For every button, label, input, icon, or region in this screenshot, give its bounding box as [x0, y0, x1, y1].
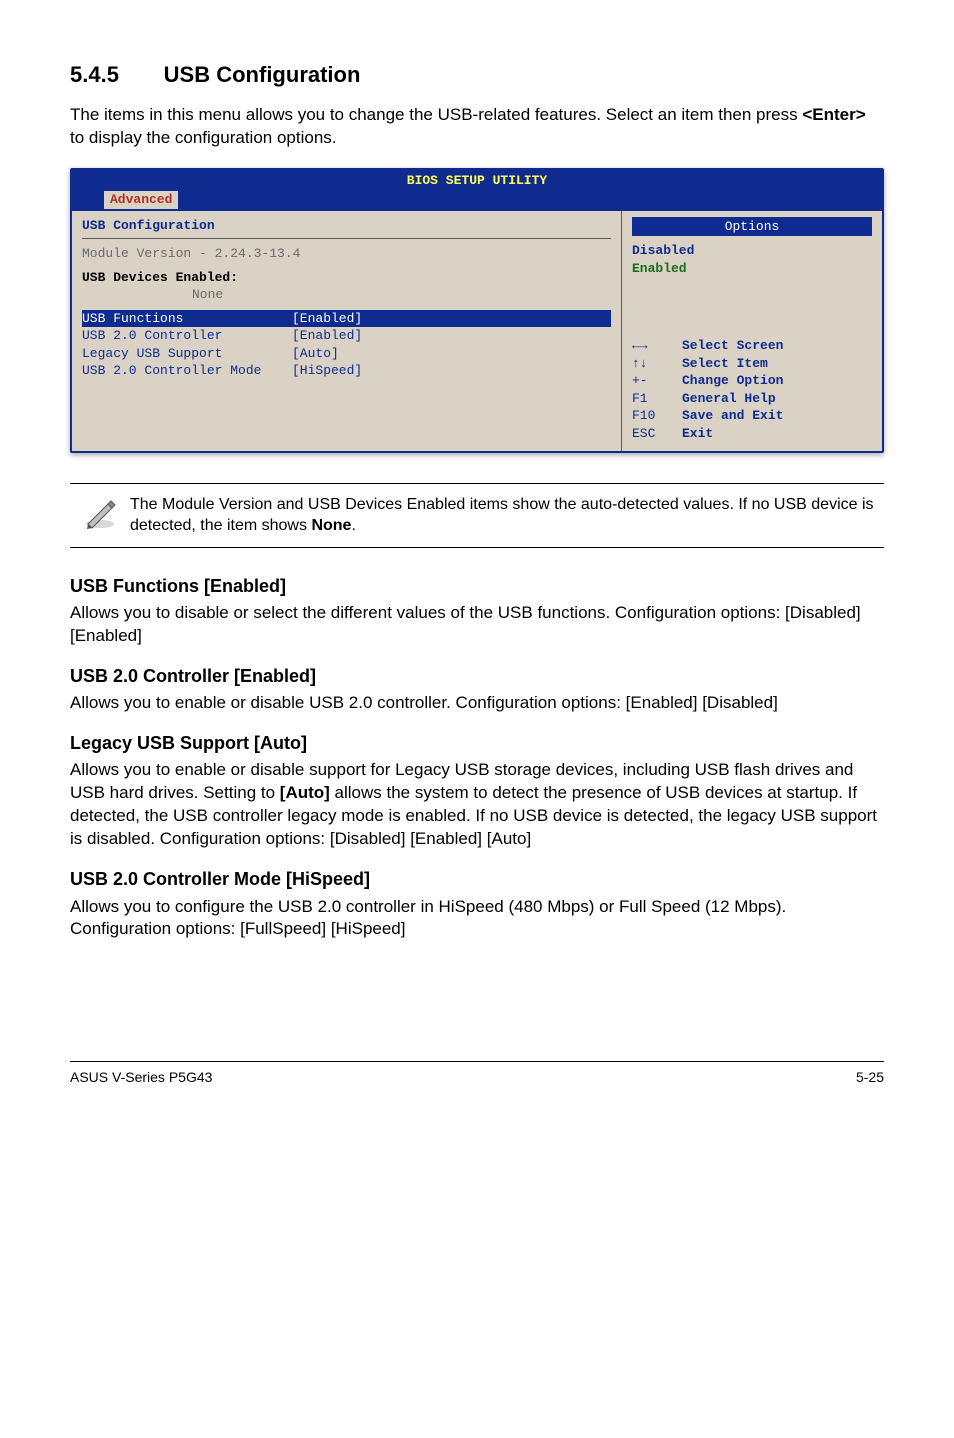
bios-tab-advanced[interactable]: Advanced: [104, 191, 178, 209]
intro-paragraph: The items in this menu allows you to cha…: [70, 104, 884, 150]
bios-row-label: USB 2.0 Controller Mode: [82, 362, 292, 380]
bios-body: USB Configuration Module Version - 2.24.…: [70, 209, 884, 453]
section-title: USB Configuration: [164, 60, 361, 90]
bios-module-version: Module Version - 2.24.3-13.4: [82, 245, 611, 263]
bios-row-usb20-controller[interactable]: USB 2.0 Controller [Enabled]: [82, 327, 611, 345]
note-text: The Module Version and USB Devices Enabl…: [130, 494, 884, 537]
help-key: F10: [632, 407, 682, 425]
legacy-bold: [Auto]: [280, 783, 330, 802]
bios-devices-value: None: [192, 287, 223, 302]
section-heading: 5.4.5 USB Configuration: [70, 60, 884, 90]
bios-option-enabled[interactable]: Enabled: [632, 260, 872, 278]
para-usb20-controller: Allows you to enable or disable USB 2.0 …: [70, 692, 884, 715]
help-desc: Select Screen: [682, 338, 783, 353]
help-desc: Change Option: [682, 373, 783, 388]
help-key: +-: [632, 372, 682, 390]
bios-options-list: Disabled Enabled: [622, 242, 882, 277]
page-footer: ASUS V-Series P5G43 5-25: [70, 1061, 884, 1087]
help-desc: Save and Exit: [682, 408, 783, 423]
para-usb-functions: Allows you to disable or select the diff…: [70, 602, 884, 648]
bios-row-legacy-usb[interactable]: Legacy USB Support [Auto]: [82, 345, 611, 363]
bios-row-label: USB 2.0 Controller: [82, 327, 292, 345]
pencil-icon: [70, 494, 130, 530]
bios-left-pane: USB Configuration Module Version - 2.24.…: [72, 211, 622, 451]
bios-devices-row: USB Devices Enabled: None: [82, 269, 611, 304]
intro-key: <Enter>: [802, 105, 865, 124]
help-desc: Exit: [682, 426, 713, 441]
note-post: .: [351, 517, 355, 534]
bios-left-header: USB Configuration: [82, 217, 611, 240]
bios-row-value: [Auto]: [292, 345, 339, 363]
footer-left: ASUS V-Series P5G43: [70, 1068, 212, 1087]
help-key: ↑↓: [632, 355, 682, 373]
help-desc: General Help: [682, 391, 776, 406]
footer-right: 5-25: [856, 1068, 884, 1087]
help-key: F1: [632, 390, 682, 408]
note-pre: The Module Version and USB Devices Enabl…: [130, 496, 874, 535]
bios-window: BIOS SETUP UTILITY Advanced USB Configur…: [70, 168, 884, 453]
para-legacy-usb: Allows you to enable or disable support …: [70, 759, 884, 851]
note-bold: None: [311, 517, 351, 534]
bios-row-value: [HiSpeed]: [292, 362, 362, 380]
heading-usb20-controller: USB 2.0 Controller [Enabled]: [70, 664, 884, 688]
note-block: The Module Version and USB Devices Enabl…: [70, 483, 884, 548]
bios-utility-title: BIOS SETUP UTILITY: [78, 170, 876, 192]
help-key: ESC: [632, 425, 682, 443]
bios-right-pane: Options Disabled Enabled ←→Select Screen…: [622, 211, 882, 451]
bios-row-label: USB Functions: [82, 310, 292, 328]
para-usb20-mode: Allows you to configure the USB 2.0 cont…: [70, 896, 884, 942]
help-desc: Select Item: [682, 356, 768, 371]
bios-row-value: [Enabled]: [292, 310, 362, 328]
bios-options-title: Options: [632, 217, 872, 237]
intro-post: to display the configuration options.: [70, 128, 337, 147]
help-key: ←→: [632, 337, 682, 355]
intro-pre: The items in this menu allows you to cha…: [70, 105, 802, 124]
bios-row-value: [Enabled]: [292, 327, 362, 345]
bios-titlebar: BIOS SETUP UTILITY Advanced: [70, 168, 884, 209]
bios-help-keys: ←→Select Screen ↑↓Select Item +-Change O…: [622, 337, 882, 442]
bios-row-usb-functions[interactable]: USB Functions [Enabled]: [82, 310, 611, 328]
bios-option-disabled[interactable]: Disabled: [632, 242, 872, 260]
heading-usb-functions: USB Functions [Enabled]: [70, 574, 884, 598]
bios-row-usb20-mode[interactable]: USB 2.0 Controller Mode [HiSpeed]: [82, 362, 611, 380]
bios-devices-label: USB Devices Enabled:: [82, 270, 238, 285]
bios-row-label: Legacy USB Support: [82, 345, 292, 363]
section-number: 5.4.5: [70, 60, 119, 90]
heading-usb20-mode: USB 2.0 Controller Mode [HiSpeed]: [70, 867, 884, 891]
heading-legacy-usb: Legacy USB Support [Auto]: [70, 731, 884, 755]
